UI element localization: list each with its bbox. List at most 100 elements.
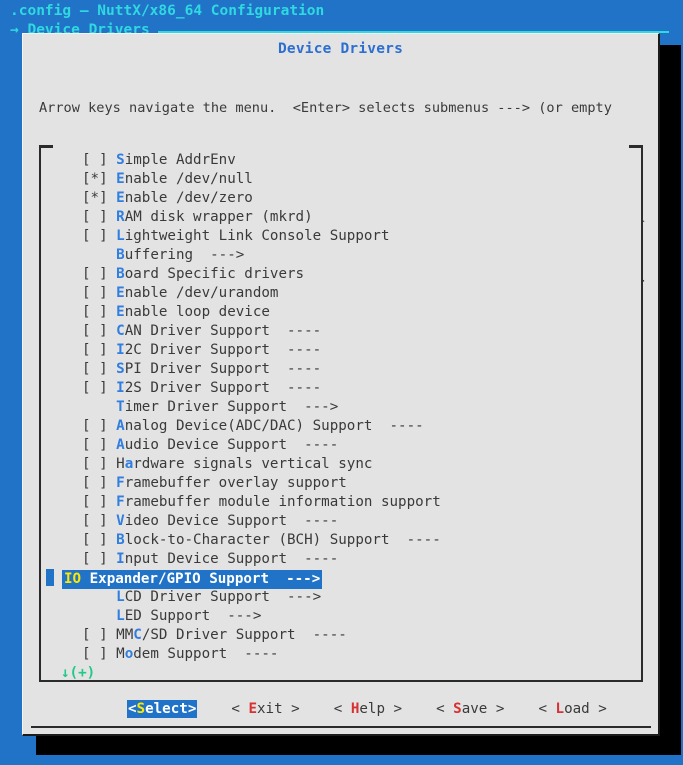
menu-item-label: rdware signals vertical sync bbox=[133, 456, 373, 472]
button-exit[interactable]: < Exit > bbox=[231, 701, 299, 717]
menu-item-checkbox[interactable] bbox=[82, 399, 116, 415]
menu-list[interactable]: [ ] Simple AddrEnv [*] Enable /dev/null [*… bbox=[43, 151, 641, 679]
button-save[interactable]: < Save > bbox=[436, 701, 504, 717]
menu-item-hotkey: C bbox=[116, 323, 125, 339]
menu-item[interactable]: [ ] I2S Driver Support ---- bbox=[43, 379, 641, 398]
menu-item[interactable]: LED Support ---> bbox=[43, 607, 641, 626]
menu-item[interactable]: [ ] Input Device Support ---- bbox=[43, 550, 641, 569]
menu-item-hotkey: F bbox=[116, 494, 125, 510]
menu-item-hotkey: E bbox=[116, 285, 125, 301]
menu-item-checkbox[interactable]: [ ] bbox=[82, 323, 116, 339]
menu-item-label: lock-to-Character (BCH) Support ---- bbox=[124, 532, 441, 548]
menu-item-checkbox[interactable]: [ ] bbox=[82, 152, 116, 168]
menu-item[interactable]: [ ] Framebuffer overlay support bbox=[43, 474, 641, 493]
menu-item-checkbox[interactable]: [*] bbox=[82, 190, 116, 206]
button-hotkey: S bbox=[453, 701, 462, 717]
menu-item-label: nable /dev/zero bbox=[124, 190, 253, 206]
menu-item-checkbox[interactable]: [ ] bbox=[82, 361, 116, 377]
menu-item[interactable]: [ ] Modem Support ---- bbox=[43, 645, 641, 664]
button-bar-rule bbox=[31, 726, 651, 728]
menu-item[interactable]: [ ] Lightweight Link Console Support bbox=[43, 227, 641, 246]
button-bracket-left: < bbox=[128, 701, 137, 717]
menu-item[interactable]: [ ] Simple AddrEnv bbox=[43, 151, 641, 170]
menu-item-checkbox[interactable]: [ ] bbox=[82, 456, 116, 472]
menu-item[interactable]: [ ] I2C Driver Support ---- bbox=[43, 341, 641, 360]
menu-item-label: AM disk wrapper (mkrd) bbox=[124, 209, 313, 225]
menu-item[interactable]: [ ] Board Specific drivers bbox=[43, 265, 641, 284]
button-help[interactable]: < Help > bbox=[334, 701, 402, 717]
menu-item-hotkey: L bbox=[116, 608, 125, 624]
scroll-down-indicator[interactable]: ↓(+) bbox=[43, 664, 641, 679]
menu-item-checkbox[interactable] bbox=[82, 589, 116, 605]
menu-item-label: imple AddrEnv bbox=[124, 152, 236, 168]
button-bracket-right: > bbox=[187, 701, 197, 717]
menu-item-checkbox[interactable]: [ ] bbox=[82, 228, 116, 244]
menu-item[interactable]: [ ] Framebuffer module information suppo… bbox=[43, 493, 641, 512]
button-bar: <Select> < Exit > < Help > < Save > < Load > bbox=[23, 694, 659, 724]
menu-item-hotkey: L bbox=[116, 589, 125, 605]
menu-item-label: CD Driver Support ---> bbox=[124, 589, 322, 605]
menu-item-checkbox[interactable]: [ ] bbox=[82, 513, 116, 529]
button-label: oad bbox=[564, 701, 590, 717]
menu-item-label-pre: M bbox=[116, 646, 125, 662]
menu-item[interactable]: [ ] Enable loop device bbox=[43, 303, 641, 322]
menu-item[interactable]: [ ] Analog Device(ADC/DAC) Support ---- bbox=[43, 417, 641, 436]
menu-item-hotkey: I bbox=[116, 342, 125, 358]
menu-item-checkbox[interactable] bbox=[82, 608, 116, 624]
menu-item[interactable]: [ ] CAN Driver Support ---- bbox=[43, 322, 641, 341]
menu-item-hotkey: a bbox=[124, 456, 134, 472]
menu-item-checkbox[interactable]: [ ] bbox=[82, 304, 116, 320]
menu-item-checkbox[interactable]: [ ] bbox=[82, 494, 116, 510]
menu-item-checkbox[interactable] bbox=[82, 247, 116, 263]
menu-list-frame-tick-right bbox=[629, 145, 643, 148]
menu-item[interactable]: [ ] MMC/SD Driver Support ---- bbox=[43, 626, 641, 645]
menu-item[interactable]: [ ] Audio Device Support ---- bbox=[43, 436, 641, 455]
menu-item-hotkey: E bbox=[116, 304, 125, 320]
menu-item-checkbox[interactable]: [ ] bbox=[82, 532, 116, 548]
menu-item-checkbox[interactable]: [ ] bbox=[82, 475, 116, 491]
button-load[interactable]: < Load > bbox=[538, 701, 606, 717]
menu-item[interactable]: [ ] Block-to-Character (BCH) Support ---… bbox=[43, 531, 641, 550]
button-bracket-left: < bbox=[231, 701, 249, 717]
menu-item-checkbox[interactable]: [ ] bbox=[82, 266, 116, 282]
menu-item-checkbox[interactable]: [ ] bbox=[82, 418, 116, 434]
menu-item-checkbox[interactable]: [ ] bbox=[82, 646, 116, 662]
menu-item-selected[interactable]: IO Expander/GPIO Support ---> bbox=[43, 569, 641, 589]
button-bracket-right: > bbox=[487, 701, 505, 717]
menu-item[interactable]: [ ] SPI Driver Support ---- bbox=[43, 360, 641, 379]
menu-item-label: udio Device Support ---- bbox=[124, 437, 339, 453]
menu-item[interactable]: [*] Enable /dev/null bbox=[43, 170, 641, 189]
menu-item-label: imer Driver Support ---> bbox=[124, 399, 339, 415]
menu-item-label: nable /dev/urandom bbox=[124, 285, 279, 301]
button-select[interactable]: <Select> bbox=[127, 700, 198, 718]
menu-item-label: PI Driver Support ---- bbox=[124, 361, 322, 377]
menu-item-checkbox[interactable]: [ ] bbox=[82, 342, 116, 358]
menu-item-hotkey: B bbox=[116, 532, 125, 548]
menu-item-checkbox[interactable]: [ ] bbox=[82, 551, 116, 567]
dialog-title: Device Drivers bbox=[277, 41, 404, 57]
menu-item-label: nalog Device(ADC/DAC) Support ---- bbox=[124, 418, 424, 434]
button-hotkey: L bbox=[555, 701, 565, 717]
menu-item[interactable]: [ ] Enable /dev/urandom bbox=[43, 284, 641, 303]
menu-item-label-pre: H bbox=[116, 456, 125, 472]
menu-item[interactable]: [ ] Video Device Support ---- bbox=[43, 512, 641, 531]
menu-item[interactable]: [ ] RAM disk wrapper (mkrd) bbox=[43, 208, 641, 227]
menu-item[interactable]: [*] Enable /dev/zero bbox=[43, 189, 641, 208]
menu-item-checkbox[interactable]: [ ] bbox=[82, 285, 116, 301]
button-bracket-right: > bbox=[589, 701, 607, 717]
breadcrumb-arrow-icon: → bbox=[10, 22, 19, 38]
menu-item[interactable]: Timer Driver Support ---> bbox=[43, 398, 641, 417]
menu-item-label: nable /dev/null bbox=[124, 171, 253, 187]
menu-item[interactable]: LCD Driver Support ---> bbox=[43, 588, 641, 607]
menu-item-checkbox[interactable]: [ ] bbox=[82, 209, 116, 225]
menu-item-checkbox[interactable]: [ ] bbox=[82, 627, 116, 643]
menu-item[interactable]: [ ] Hardware signals vertical sync bbox=[43, 455, 641, 474]
menu-item-hotkey: B bbox=[116, 247, 125, 263]
menu-item-hotkey: S bbox=[116, 152, 125, 168]
menu-item-label: nput Device Support ---- bbox=[124, 551, 339, 567]
menu-item-checkbox[interactable]: [ ] bbox=[82, 437, 116, 453]
menu-item-checkbox[interactable]: [ ] bbox=[82, 380, 116, 396]
button-hotkey: S bbox=[136, 701, 146, 717]
menu-item[interactable]: Buffering ---> bbox=[43, 246, 641, 265]
menu-item-checkbox[interactable]: [*] bbox=[82, 171, 116, 187]
